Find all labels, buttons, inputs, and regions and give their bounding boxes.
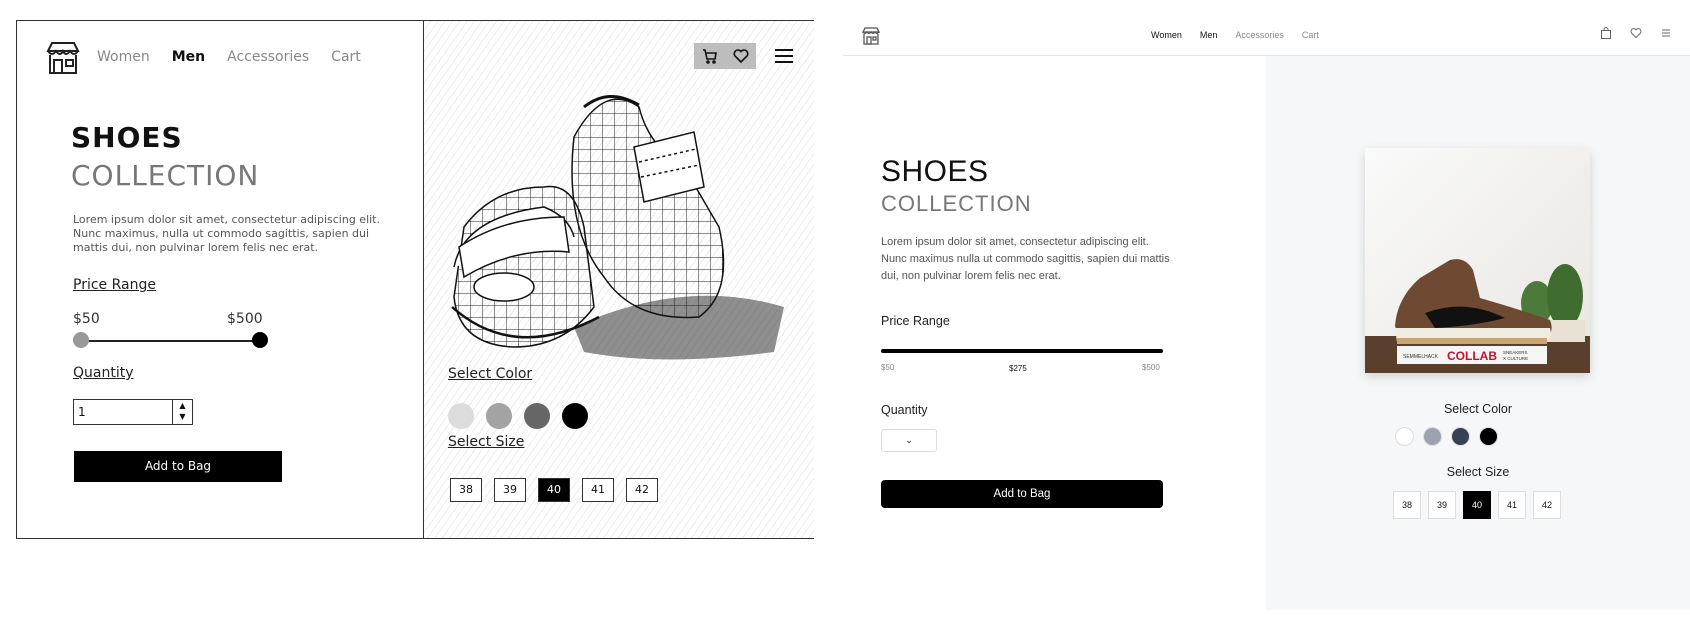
select-size-label: Select Size: [1446, 465, 1510, 479]
price-max: $500: [1142, 363, 1160, 372]
size-option-42[interactable]: 42: [1533, 491, 1561, 519]
size-option-42[interactable]: 42: [626, 478, 658, 502]
price-slider-track[interactable]: [81, 340, 261, 342]
color-swatches: [448, 403, 588, 429]
mockup-nav-links: Women Men Accessories Cart: [1151, 30, 1319, 40]
shoe-sketch-image: [451, 95, 784, 360]
quantity-stepper[interactable]: 1 ▲ ▼: [73, 399, 193, 425]
select-color-label: Select Color: [1443, 402, 1513, 416]
size-options: 38 39 40 41 42: [450, 478, 658, 502]
size-option-38[interactable]: 38: [450, 478, 482, 502]
size-option-40[interactable]: 40: [1463, 491, 1491, 519]
price-range-label: Price Range: [73, 277, 156, 293]
price-slider[interactable]: [881, 349, 1163, 353]
nav-accessories[interactable]: Accessories: [1235, 30, 1284, 40]
mockup-nav-icons: [1600, 27, 1672, 39]
nav-cart[interactable]: Cart: [1302, 30, 1319, 40]
stepper-arrows-icon[interactable]: ▲ ▼: [172, 400, 192, 424]
color-swatch-4[interactable]: [1479, 427, 1498, 446]
color-swatch-2[interactable]: [1423, 427, 1442, 446]
price-slider-min-handle[interactable]: [73, 332, 89, 348]
price-slider-max-handle[interactable]: [252, 332, 268, 348]
select-size-label: Select Size: [448, 434, 525, 450]
page-subtitle: COLLECTION: [71, 159, 260, 192]
page-subtitle: COLLECTION: [881, 191, 1032, 216]
wireframe-panel: Women Men Accessories Cart SHOES COLLECT…: [16, 20, 814, 539]
store-icon[interactable]: [861, 26, 881, 46]
size-option-39[interactable]: 39: [1428, 491, 1456, 519]
chevron-down-icon: ⌄: [905, 435, 913, 445]
size-option-40[interactable]: 40: [538, 478, 570, 502]
size-option-39[interactable]: 39: [494, 478, 526, 502]
size-option-41[interactable]: 41: [582, 478, 614, 502]
color-swatch-4[interactable]: [562, 403, 588, 429]
color-swatch-3[interactable]: [524, 403, 550, 429]
wireframe-icon-group: [694, 43, 756, 69]
quantity-select[interactable]: ⌄: [881, 429, 937, 452]
page-title: SHOES: [881, 155, 989, 188]
price-max: $500: [227, 311, 263, 327]
photo-caption-right-2: X CULTURE: [1503, 356, 1528, 361]
price-min: $50: [73, 311, 100, 327]
description: Lorem ipsum dolor sit amet, consectetur …: [881, 236, 1170, 282]
price-range-label: Price Range: [881, 314, 950, 328]
size-option-41[interactable]: 41: [1498, 491, 1526, 519]
mockup-nav-bar: Women Men Accessories Cart: [843, 17, 1690, 56]
quantity-label: Quantity: [881, 403, 928, 417]
wireframe-nav: Women Men Accessories Cart: [97, 49, 361, 65]
add-to-bag-button[interactable]: Add to Bag: [881, 480, 1163, 508]
color-swatch-3[interactable]: [1451, 427, 1470, 446]
mockup-panel: Women Men Accessories Cart SHOES COLLECT…: [843, 17, 1690, 610]
description: Lorem ipsum dolor sit amet, consectetur …: [73, 213, 380, 254]
size-options: 38 39 40 41 42: [1393, 491, 1561, 519]
heart-icon[interactable]: [732, 48, 749, 64]
price-min: $50: [881, 363, 895, 372]
page-title: SHOES: [71, 121, 183, 154]
store-icon[interactable]: [43, 41, 83, 75]
price-current: $275: [1009, 364, 1027, 373]
select-color-label: Select Color: [448, 366, 533, 382]
photo-caption-left: SEMMELHACK: [1403, 354, 1439, 360]
color-swatch-2[interactable]: [486, 403, 512, 429]
color-swatch-1[interactable]: [448, 403, 474, 429]
heart-icon[interactable]: [1630, 27, 1642, 39]
quantity-label: Quantity: [73, 365, 134, 381]
nav-men[interactable]: Men: [1200, 30, 1218, 40]
color-swatch-1[interactable]: [1395, 427, 1414, 446]
nav-men[interactable]: Men: [172, 49, 205, 65]
product-photo: SEMMELHACK COLLAB SNEAKERS X CULTURE: [1365, 148, 1590, 373]
wireframe-left-column: Women Men Accessories Cart SHOES COLLECT…: [17, 21, 423, 538]
nav-women[interactable]: Women: [97, 49, 150, 65]
add-to-bag-button[interactable]: Add to Bag: [74, 451, 282, 482]
nav-accessories[interactable]: Accessories: [227, 49, 309, 65]
quantity-value: 1: [78, 405, 86, 419]
nav-cart[interactable]: Cart: [331, 49, 361, 65]
color-swatches: [1395, 427, 1498, 446]
photo-caption-right-1: SNEAKERS: [1503, 350, 1528, 355]
nav-women[interactable]: Women: [1151, 30, 1182, 40]
cart-icon[interactable]: [702, 48, 718, 64]
size-option-38[interactable]: 38: [1393, 491, 1421, 519]
wireframe-right-column: Select Color Select Size 38 39 40 41 42: [423, 21, 814, 538]
shopping-bag-icon[interactable]: [1600, 27, 1612, 39]
menu-icon[interactable]: [774, 47, 794, 65]
photo-caption-center: COLLAB: [1447, 349, 1497, 363]
menu-icon[interactable]: [1660, 27, 1672, 39]
